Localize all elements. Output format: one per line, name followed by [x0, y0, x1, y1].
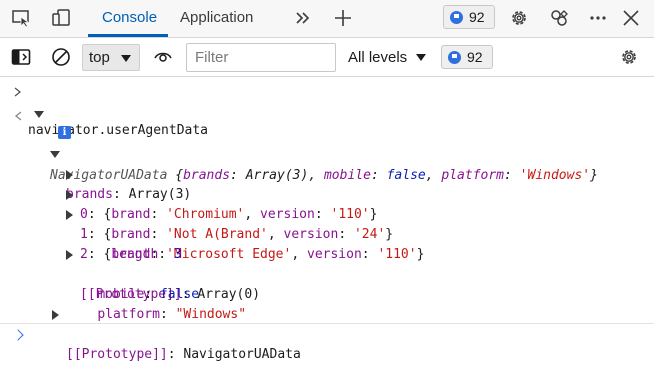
levels-label: All levels: [348, 49, 408, 66]
info-icon[interactable]: i: [58, 126, 71, 139]
collapsed-triangle-icon[interactable]: [66, 210, 73, 220]
devtools-tab-bar: Console Application 92: [0, 0, 654, 38]
result-arrow-icon: [14, 111, 22, 121]
sidebar-icon[interactable]: [10, 46, 32, 68]
brand-entry-row[interactable]: 1: {brand: 'Not A(Brand', version: '24'}: [66, 185, 393, 242]
message-icon: [450, 10, 463, 24]
mobile-row: mobile: false: [97, 287, 200, 302]
message-icon: [448, 50, 461, 64]
brands-type: Array(3): [128, 187, 192, 202]
input-command: navigator.userAgentData: [28, 123, 209, 138]
brands-row[interactable]: brands: Array(3): [50, 145, 191, 202]
active-tab-indicator: [88, 34, 168, 37]
console-prompt-divider: [0, 323, 654, 324]
object-prototype-key: [[Prototype]]: [66, 347, 168, 362]
platform-key: platform: [97, 307, 160, 322]
platform-row: platform: "Windows": [97, 307, 247, 322]
log-levels-dropdown[interactable]: All levels: [344, 44, 434, 71]
array-prototype-row[interactable]: [[Prototype]]: Array(0): [66, 245, 260, 302]
chevron-down-icon: [121, 55, 131, 62]
summary-brands-value: Array(3): [245, 168, 309, 183]
length-key: length: [111, 247, 159, 262]
more-options-icon[interactable]: [587, 7, 609, 29]
eye-icon[interactable]: [152, 46, 174, 68]
collapsed-triangle-icon[interactable]: [52, 310, 59, 320]
brand-entry-row[interactable]: 2: {brand: 'Microsoft Edge', version: '1…: [66, 205, 424, 262]
inspect-icon[interactable]: [10, 7, 32, 29]
toolbar-issues-count: 92: [467, 49, 483, 65]
collapsed-triangle-icon[interactable]: [66, 190, 73, 200]
close-icon[interactable]: [620, 7, 642, 29]
console-input-line: navigator.userAgentData: [14, 81, 208, 138]
length-value: 3: [173, 247, 182, 262]
device-emulation-icon[interactable]: [50, 7, 72, 29]
console-settings-icon[interactable]: [618, 46, 640, 68]
object-prototype-row[interactable]: [[Prototype]]: NavigatorUAData: [52, 305, 301, 362]
issues-badge[interactable]: 92: [443, 5, 495, 29]
toolbar-issues-badge[interactable]: 92: [441, 45, 493, 69]
expand-triangle-icon[interactable]: [50, 151, 60, 158]
filter-input[interactable]: [186, 43, 336, 72]
length-row: length: 3: [111, 247, 182, 262]
brand-entry-row[interactable]: 0: {brand: 'Chromium', version: '110'}: [66, 165, 377, 222]
settings-icon[interactable]: [508, 7, 530, 29]
tab-application[interactable]: Application: [180, 0, 253, 37]
clear-console-icon[interactable]: [50, 46, 72, 68]
summary-platform-key: platform: [441, 168, 505, 183]
chevron-down-icon: [416, 54, 426, 61]
tab-console[interactable]: Console: [102, 0, 157, 37]
result-summary-row[interactable]: NavigatorUAData {brands: Array(3), mobil…: [14, 106, 598, 183]
summary-platform-value: 'Windows': [519, 168, 591, 183]
issues-count: 92: [469, 9, 485, 25]
add-tab-icon[interactable]: [332, 7, 354, 29]
summary-mobile-key: mobile: [323, 168, 371, 183]
context-selector[interactable]: top: [82, 44, 140, 71]
collapsed-triangle-icon[interactable]: [66, 250, 73, 260]
object-prototype-value: NavigatorUAData: [183, 347, 301, 362]
more-tabs-icon[interactable]: [292, 7, 314, 29]
summary-mobile-value: false: [386, 168, 426, 183]
collapsed-triangle-icon[interactable]: [66, 170, 73, 180]
console-output: navigator.userAgentData NavigatorUAData …: [0, 77, 654, 362]
platform-value: "Windows": [175, 307, 247, 322]
expand-triangle-icon[interactable]: [34, 111, 44, 118]
input-prompt-icon: [14, 87, 22, 97]
summary-brands-key: brands: [183, 168, 231, 183]
context-value: top: [89, 49, 110, 66]
customize-icon[interactable]: [548, 7, 570, 29]
